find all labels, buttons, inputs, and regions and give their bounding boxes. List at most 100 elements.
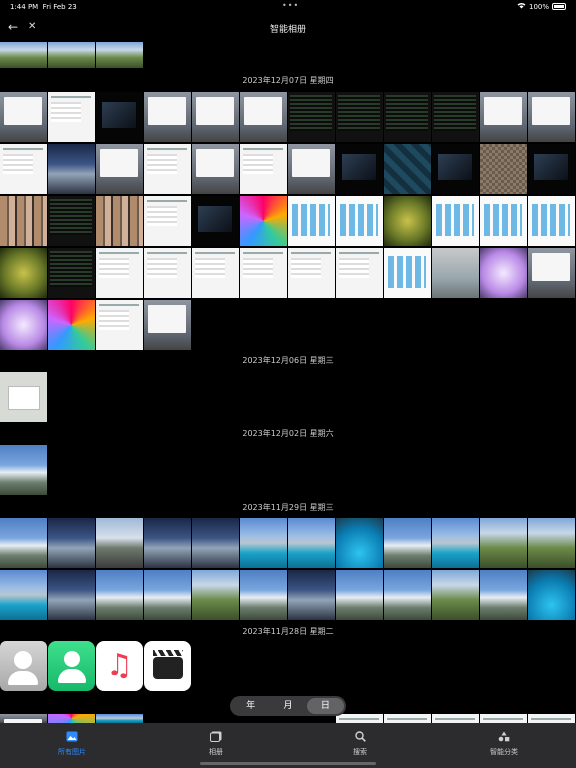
photo-thumbnail[interactable]: [480, 92, 527, 142]
photo-thumbnail[interactable]: [240, 92, 287, 142]
photo-thumbnail[interactable]: [0, 144, 47, 194]
tab-smart-category[interactable]: 智能分类: [464, 731, 544, 757]
photo-thumbnail[interactable]: [336, 570, 383, 620]
photo-thumbnail[interactable]: [432, 144, 479, 194]
photo-thumbnail[interactable]: [336, 92, 383, 142]
photo-thumbnail[interactable]: [144, 248, 191, 298]
photo-thumbnail[interactable]: [288, 518, 335, 568]
multitasking-dots[interactable]: •••: [282, 1, 299, 10]
photo-thumbnail[interactable]: [528, 196, 575, 246]
photo-thumbnail[interactable]: [96, 300, 143, 350]
photo-thumbnail[interactable]: [48, 144, 95, 194]
photo-thumbnail[interactable]: [48, 641, 95, 691]
photo-thumbnail[interactable]: [96, 714, 143, 723]
photo-thumbnail[interactable]: [0, 570, 47, 620]
photo-thumbnail[interactable]: [0, 42, 47, 68]
photo-thumbnail[interactable]: [144, 518, 191, 568]
view-option-year[interactable]: 年: [232, 698, 269, 714]
photo-thumbnail[interactable]: [480, 144, 527, 194]
home-indicator[interactable]: [200, 762, 376, 765]
photo-thumbnail[interactable]: [144, 641, 191, 691]
photo-thumbnail[interactable]: [192, 92, 239, 142]
photo-thumbnail[interactable]: [528, 248, 575, 298]
photo-thumbnail[interactable]: [384, 196, 431, 246]
photo-thumbnail[interactable]: [528, 714, 575, 723]
photo-thumbnail[interactable]: [144, 300, 191, 350]
photo-thumbnail[interactable]: [96, 518, 143, 568]
photo-thumbnail[interactable]: [144, 196, 191, 246]
photo-thumbnail[interactable]: [432, 714, 479, 723]
tab-all-photos[interactable]: 所有图片: [32, 731, 112, 757]
photo-thumbnail[interactable]: [384, 92, 431, 142]
photo-thumbnail[interactable]: [48, 42, 95, 68]
photo-thumbnail[interactable]: [96, 42, 143, 68]
photo-thumbnail[interactable]: [288, 196, 335, 246]
photo-thumbnail[interactable]: [288, 144, 335, 194]
photo-thumbnail[interactable]: [48, 300, 95, 350]
photo-thumbnail[interactable]: [48, 518, 95, 568]
photo-thumbnail[interactable]: [384, 144, 431, 194]
photo-thumbnail[interactable]: [96, 144, 143, 194]
photo-thumbnail[interactable]: [288, 570, 335, 620]
photo-thumbnail[interactable]: [432, 92, 479, 142]
photo-thumbnail[interactable]: [96, 196, 143, 246]
photo-thumbnail[interactable]: [144, 92, 191, 142]
photo-thumbnail[interactable]: [96, 570, 143, 620]
photo-thumbnail[interactable]: [192, 518, 239, 568]
photo-thumbnail[interactable]: [192, 144, 239, 194]
photo-thumbnail[interactable]: [432, 248, 479, 298]
photo-thumbnail[interactable]: [0, 92, 47, 142]
photo-thumbnail[interactable]: [192, 248, 239, 298]
photo-thumbnail[interactable]: [240, 196, 287, 246]
photo-thumbnail[interactable]: [192, 196, 239, 246]
photo-thumbnail[interactable]: [240, 248, 287, 298]
photo-thumbnail[interactable]: [384, 570, 431, 620]
photo-thumbnail[interactable]: [528, 570, 575, 620]
photo-thumbnail[interactable]: [240, 570, 287, 620]
photo-thumbnail[interactable]: [432, 196, 479, 246]
photo-thumbnail[interactable]: [432, 570, 479, 620]
photo-thumbnail[interactable]: [432, 518, 479, 568]
photo-thumbnail[interactable]: [480, 518, 527, 568]
photo-thumbnail[interactable]: [192, 570, 239, 620]
photo-thumbnail[interactable]: [528, 518, 575, 568]
photo-thumbnail[interactable]: [144, 570, 191, 620]
photo-thumbnail[interactable]: [0, 248, 47, 298]
photo-thumbnail[interactable]: [336, 144, 383, 194]
photo-thumbnail[interactable]: [0, 300, 47, 350]
photo-thumbnail[interactable]: [48, 570, 95, 620]
photo-thumbnail[interactable]: [0, 714, 47, 723]
photo-thumbnail[interactable]: [144, 144, 191, 194]
photo-thumbnail[interactable]: [480, 714, 527, 723]
photo-thumbnail[interactable]: [0, 372, 47, 422]
photo-thumbnail[interactable]: [0, 641, 47, 691]
photo-thumbnail[interactable]: ♫: [96, 641, 143, 691]
photo-thumbnail[interactable]: [240, 144, 287, 194]
photo-thumbnail[interactable]: [48, 714, 95, 723]
photo-thumbnail[interactable]: [48, 196, 95, 246]
photo-thumbnail[interactable]: [48, 92, 95, 142]
photo-thumbnail[interactable]: [384, 518, 431, 568]
photo-thumbnail[interactable]: [384, 714, 431, 723]
photo-thumbnail[interactable]: [384, 248, 431, 298]
photo-thumbnail[interactable]: [240, 518, 287, 568]
photo-thumbnail[interactable]: [336, 714, 383, 723]
view-option-day[interactable]: 日: [306, 698, 344, 714]
tab-search[interactable]: 搜索: [320, 731, 400, 757]
photo-thumbnail[interactable]: [0, 445, 47, 495]
photo-thumbnail[interactable]: [528, 144, 575, 194]
photo-thumbnail[interactable]: [336, 248, 383, 298]
view-option-month[interactable]: 月: [269, 698, 306, 714]
photo-thumbnail[interactable]: [528, 92, 575, 142]
photo-thumbnail[interactable]: [0, 518, 47, 568]
photo-thumbnail[interactable]: [96, 92, 143, 142]
photo-thumbnail[interactable]: [288, 92, 335, 142]
photo-thumbnail[interactable]: [336, 518, 383, 568]
photo-thumbnail[interactable]: [96, 248, 143, 298]
photo-thumbnail[interactable]: [480, 570, 527, 620]
photo-thumbnail[interactable]: [288, 248, 335, 298]
photo-thumbnail[interactable]: [480, 248, 527, 298]
photo-thumbnail[interactable]: [48, 248, 95, 298]
photo-thumbnail[interactable]: [480, 196, 527, 246]
photo-thumbnail[interactable]: [0, 196, 47, 246]
